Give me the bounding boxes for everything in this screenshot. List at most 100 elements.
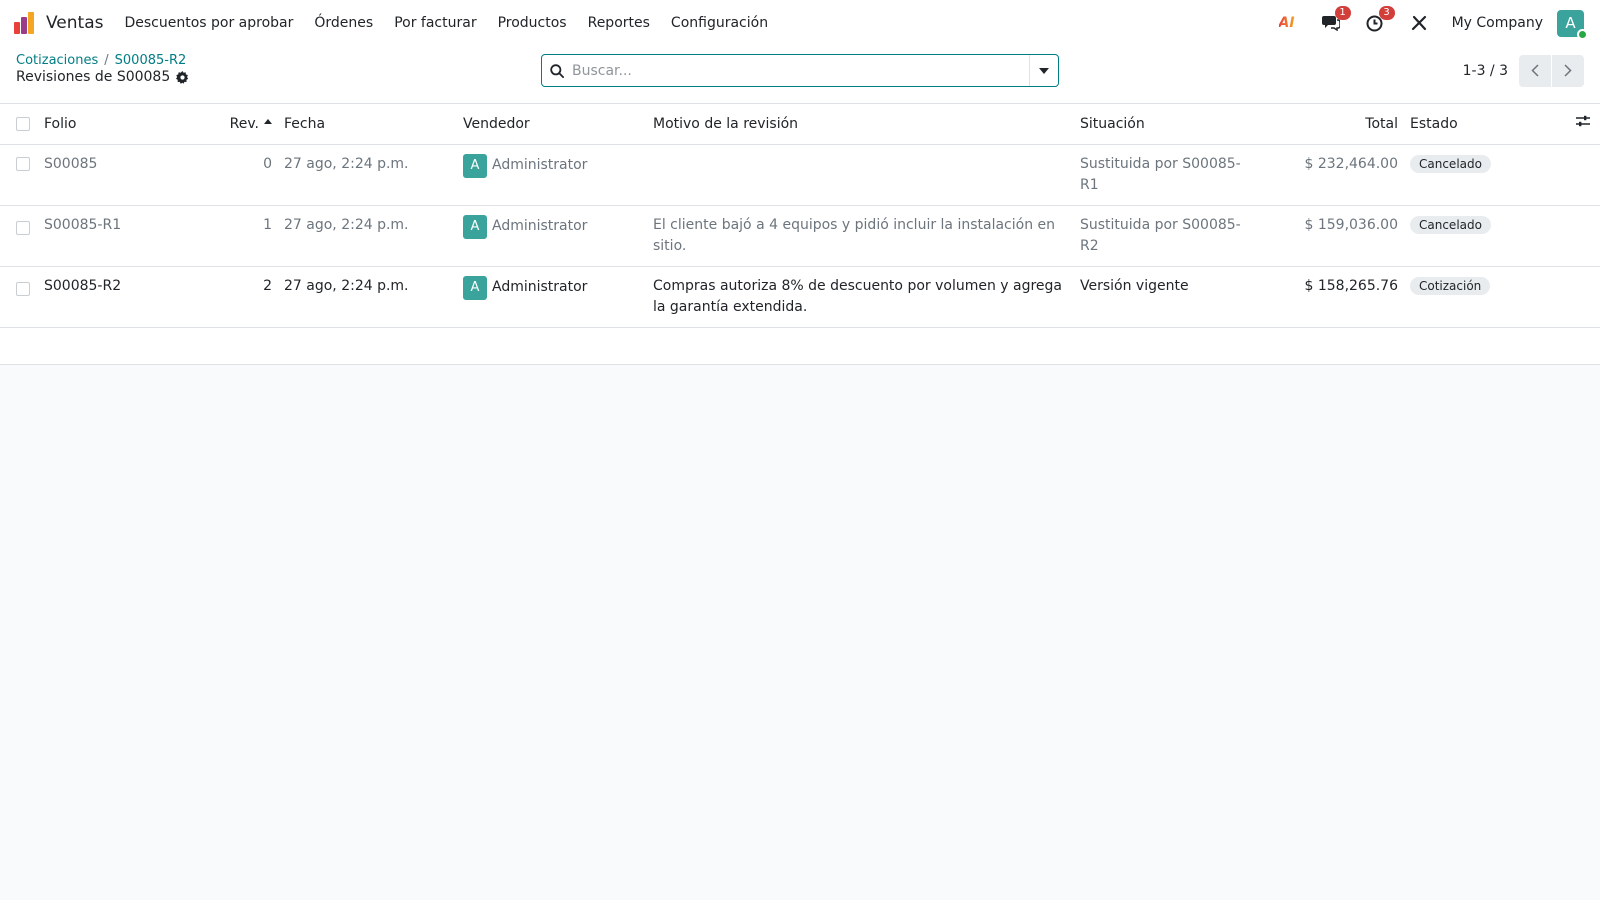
cell-total: $ 232,464.00 bbox=[1264, 144, 1404, 206]
menu-descuentos[interactable]: Descuentos por aprobar bbox=[124, 15, 293, 31]
seller-name: Administrator bbox=[492, 157, 588, 173]
select-all-checkbox[interactable] bbox=[16, 116, 30, 131]
cell-situacion: Sustituida por S00085-R2 bbox=[1074, 205, 1264, 267]
status-badge: Cancelado bbox=[1410, 154, 1491, 173]
cell-vendedor: A Administrator bbox=[457, 266, 647, 328]
cell-folio: S00085 bbox=[38, 144, 208, 206]
chevron-left-icon bbox=[1531, 64, 1539, 77]
pager-previous-button[interactable] bbox=[1519, 54, 1551, 87]
row-select-cell bbox=[0, 266, 38, 328]
header-situacion[interactable]: Situación bbox=[1074, 104, 1264, 145]
table-row[interactable]: S00085-R1 1 27 ago, 2:24 p.m. A Administr… bbox=[0, 205, 1600, 267]
page-title: Revisiones de S00085 bbox=[16, 69, 189, 85]
online-status-icon bbox=[1577, 28, 1588, 40]
chevron-right-icon bbox=[1564, 64, 1572, 77]
cell-rev: 2 bbox=[208, 266, 278, 328]
company-switcher[interactable]: My Company bbox=[1452, 15, 1543, 31]
row-checkbox[interactable] bbox=[16, 220, 30, 235]
empty-cell bbox=[0, 327, 1600, 364]
cell-folio: S00085-R2 bbox=[38, 266, 208, 328]
cell-fecha: 27 ago, 2:24 p.m. bbox=[278, 266, 457, 328]
cell-estado: Cotización bbox=[1404, 266, 1544, 328]
cell-total: $ 159,036.00 bbox=[1264, 205, 1404, 267]
pager-value[interactable]: 1-3 / 3 bbox=[1463, 63, 1508, 79]
breadcrumb: Cotizaciones / S00085-R2 bbox=[16, 53, 186, 68]
pager-next-button[interactable] bbox=[1552, 54, 1584, 87]
cell-fecha: 27 ago, 2:24 p.m. bbox=[278, 205, 457, 267]
user-avatar[interactable]: A bbox=[1557, 9, 1588, 40]
header-rev-label: Rev. bbox=[229, 115, 259, 132]
search-bar bbox=[541, 54, 1059, 87]
search-input[interactable] bbox=[572, 55, 1029, 86]
row-select-cell bbox=[0, 144, 38, 206]
cell-empty bbox=[1544, 205, 1600, 267]
menu-productos[interactable]: Productos bbox=[498, 15, 567, 31]
ai-icon[interactable]: AI bbox=[1276, 12, 1298, 34]
header-vendedor[interactable]: Vendedor bbox=[457, 104, 647, 145]
header-motivo[interactable]: Motivo de la revisión bbox=[647, 104, 1074, 145]
table-row[interactable]: S00085 0 27 ago, 2:24 p.m. A Administrato… bbox=[0, 144, 1600, 206]
row-checkbox[interactable] bbox=[16, 281, 30, 296]
menu-configuracion[interactable]: Configuración bbox=[671, 15, 768, 31]
cell-estado: Cancelado bbox=[1404, 205, 1544, 267]
caret-down-icon bbox=[1039, 67, 1049, 74]
seller-name: Administrator bbox=[492, 279, 588, 295]
sales-app-icon[interactable] bbox=[14, 12, 36, 34]
menu-ordenes[interactable]: Órdenes bbox=[314, 15, 373, 31]
row-select-cell bbox=[0, 205, 38, 267]
cell-motivo: El cliente bajó a 4 equipos y pidió incl… bbox=[647, 205, 1074, 267]
header-rev[interactable]: Rev. bbox=[208, 104, 278, 145]
menu-por-facturar[interactable]: Por facturar bbox=[394, 15, 476, 31]
activities-badge: 3 bbox=[1378, 6, 1395, 20]
sort-ascending-icon bbox=[264, 118, 272, 124]
column-settings-icon[interactable] bbox=[1576, 115, 1590, 128]
ai-label: AI bbox=[1278, 15, 1295, 31]
cell-motivo bbox=[647, 144, 1074, 206]
cell-fecha: 27 ago, 2:24 p.m. bbox=[278, 144, 457, 206]
table-row[interactable]: S00085-R2 2 27 ago, 2:24 p.m. A Administr… bbox=[0, 266, 1600, 328]
revisions-table: Folio Rev. Fecha Vendedor Motivo de la r… bbox=[0, 104, 1600, 364]
messages-badge: 1 bbox=[1334, 6, 1351, 20]
table-header-row: Folio Rev. Fecha Vendedor Motivo de la r… bbox=[0, 104, 1600, 145]
avatar: A bbox=[463, 214, 487, 239]
cell-situacion: Versión vigente bbox=[1074, 266, 1264, 328]
header-total[interactable]: Total bbox=[1264, 104, 1404, 145]
breadcrumb-s00085-r2[interactable]: S00085-R2 bbox=[115, 53, 187, 68]
optional-columns-cell bbox=[1544, 104, 1600, 145]
breadcrumb-cotizaciones[interactable]: Cotizaciones bbox=[16, 53, 98, 68]
gear-icon[interactable] bbox=[176, 70, 189, 84]
status-badge: Cotización bbox=[1410, 276, 1491, 295]
pager: 1-3 / 3 bbox=[1463, 54, 1584, 87]
search-icon[interactable] bbox=[542, 63, 572, 78]
cell-folio: S00085-R1 bbox=[38, 205, 208, 267]
seller-name: Administrator bbox=[492, 218, 588, 234]
cell-situacion: Sustituida por S00085-R1 bbox=[1074, 144, 1264, 206]
row-checkbox[interactable] bbox=[16, 156, 30, 171]
user-initial: A bbox=[1565, 14, 1576, 32]
cell-rev: 1 bbox=[208, 205, 278, 267]
cell-vendedor: A Administrator bbox=[457, 144, 647, 206]
select-all-cell bbox=[0, 104, 38, 145]
activities-clock-icon[interactable]: 3 bbox=[1364, 6, 1395, 34]
tools-icon[interactable] bbox=[1408, 12, 1430, 34]
messages-icon[interactable]: 1 bbox=[1320, 6, 1351, 34]
cell-rev: 0 bbox=[208, 144, 278, 206]
cell-vendedor: A Administrator bbox=[457, 205, 647, 267]
app-name[interactable]: Ventas bbox=[46, 13, 103, 33]
cell-estado: Cancelado bbox=[1404, 144, 1544, 206]
cell-total: $ 158,265.76 bbox=[1264, 266, 1404, 328]
control-panel: Cotizaciones / S00085-R2 Revisiones de S… bbox=[0, 46, 1600, 104]
menu-reportes[interactable]: Reportes bbox=[588, 15, 650, 31]
breadcrumb-separator: / bbox=[104, 53, 109, 68]
header-fecha[interactable]: Fecha bbox=[278, 104, 457, 145]
avatar: A bbox=[463, 275, 487, 300]
header-estado[interactable]: Estado bbox=[1404, 104, 1544, 145]
search-options-toggle[interactable] bbox=[1029, 55, 1058, 86]
cell-motivo: Compras autoriza 8% de descuento por vol… bbox=[647, 266, 1074, 328]
cell-empty bbox=[1544, 266, 1600, 328]
empty-row bbox=[0, 327, 1600, 364]
cell-empty bbox=[1544, 144, 1600, 206]
header-folio[interactable]: Folio bbox=[38, 104, 208, 145]
page-title-text: Revisiones de S00085 bbox=[16, 69, 171, 85]
top-navbar: Ventas Descuentos por aprobar Órdenes Po… bbox=[0, 0, 1600, 46]
